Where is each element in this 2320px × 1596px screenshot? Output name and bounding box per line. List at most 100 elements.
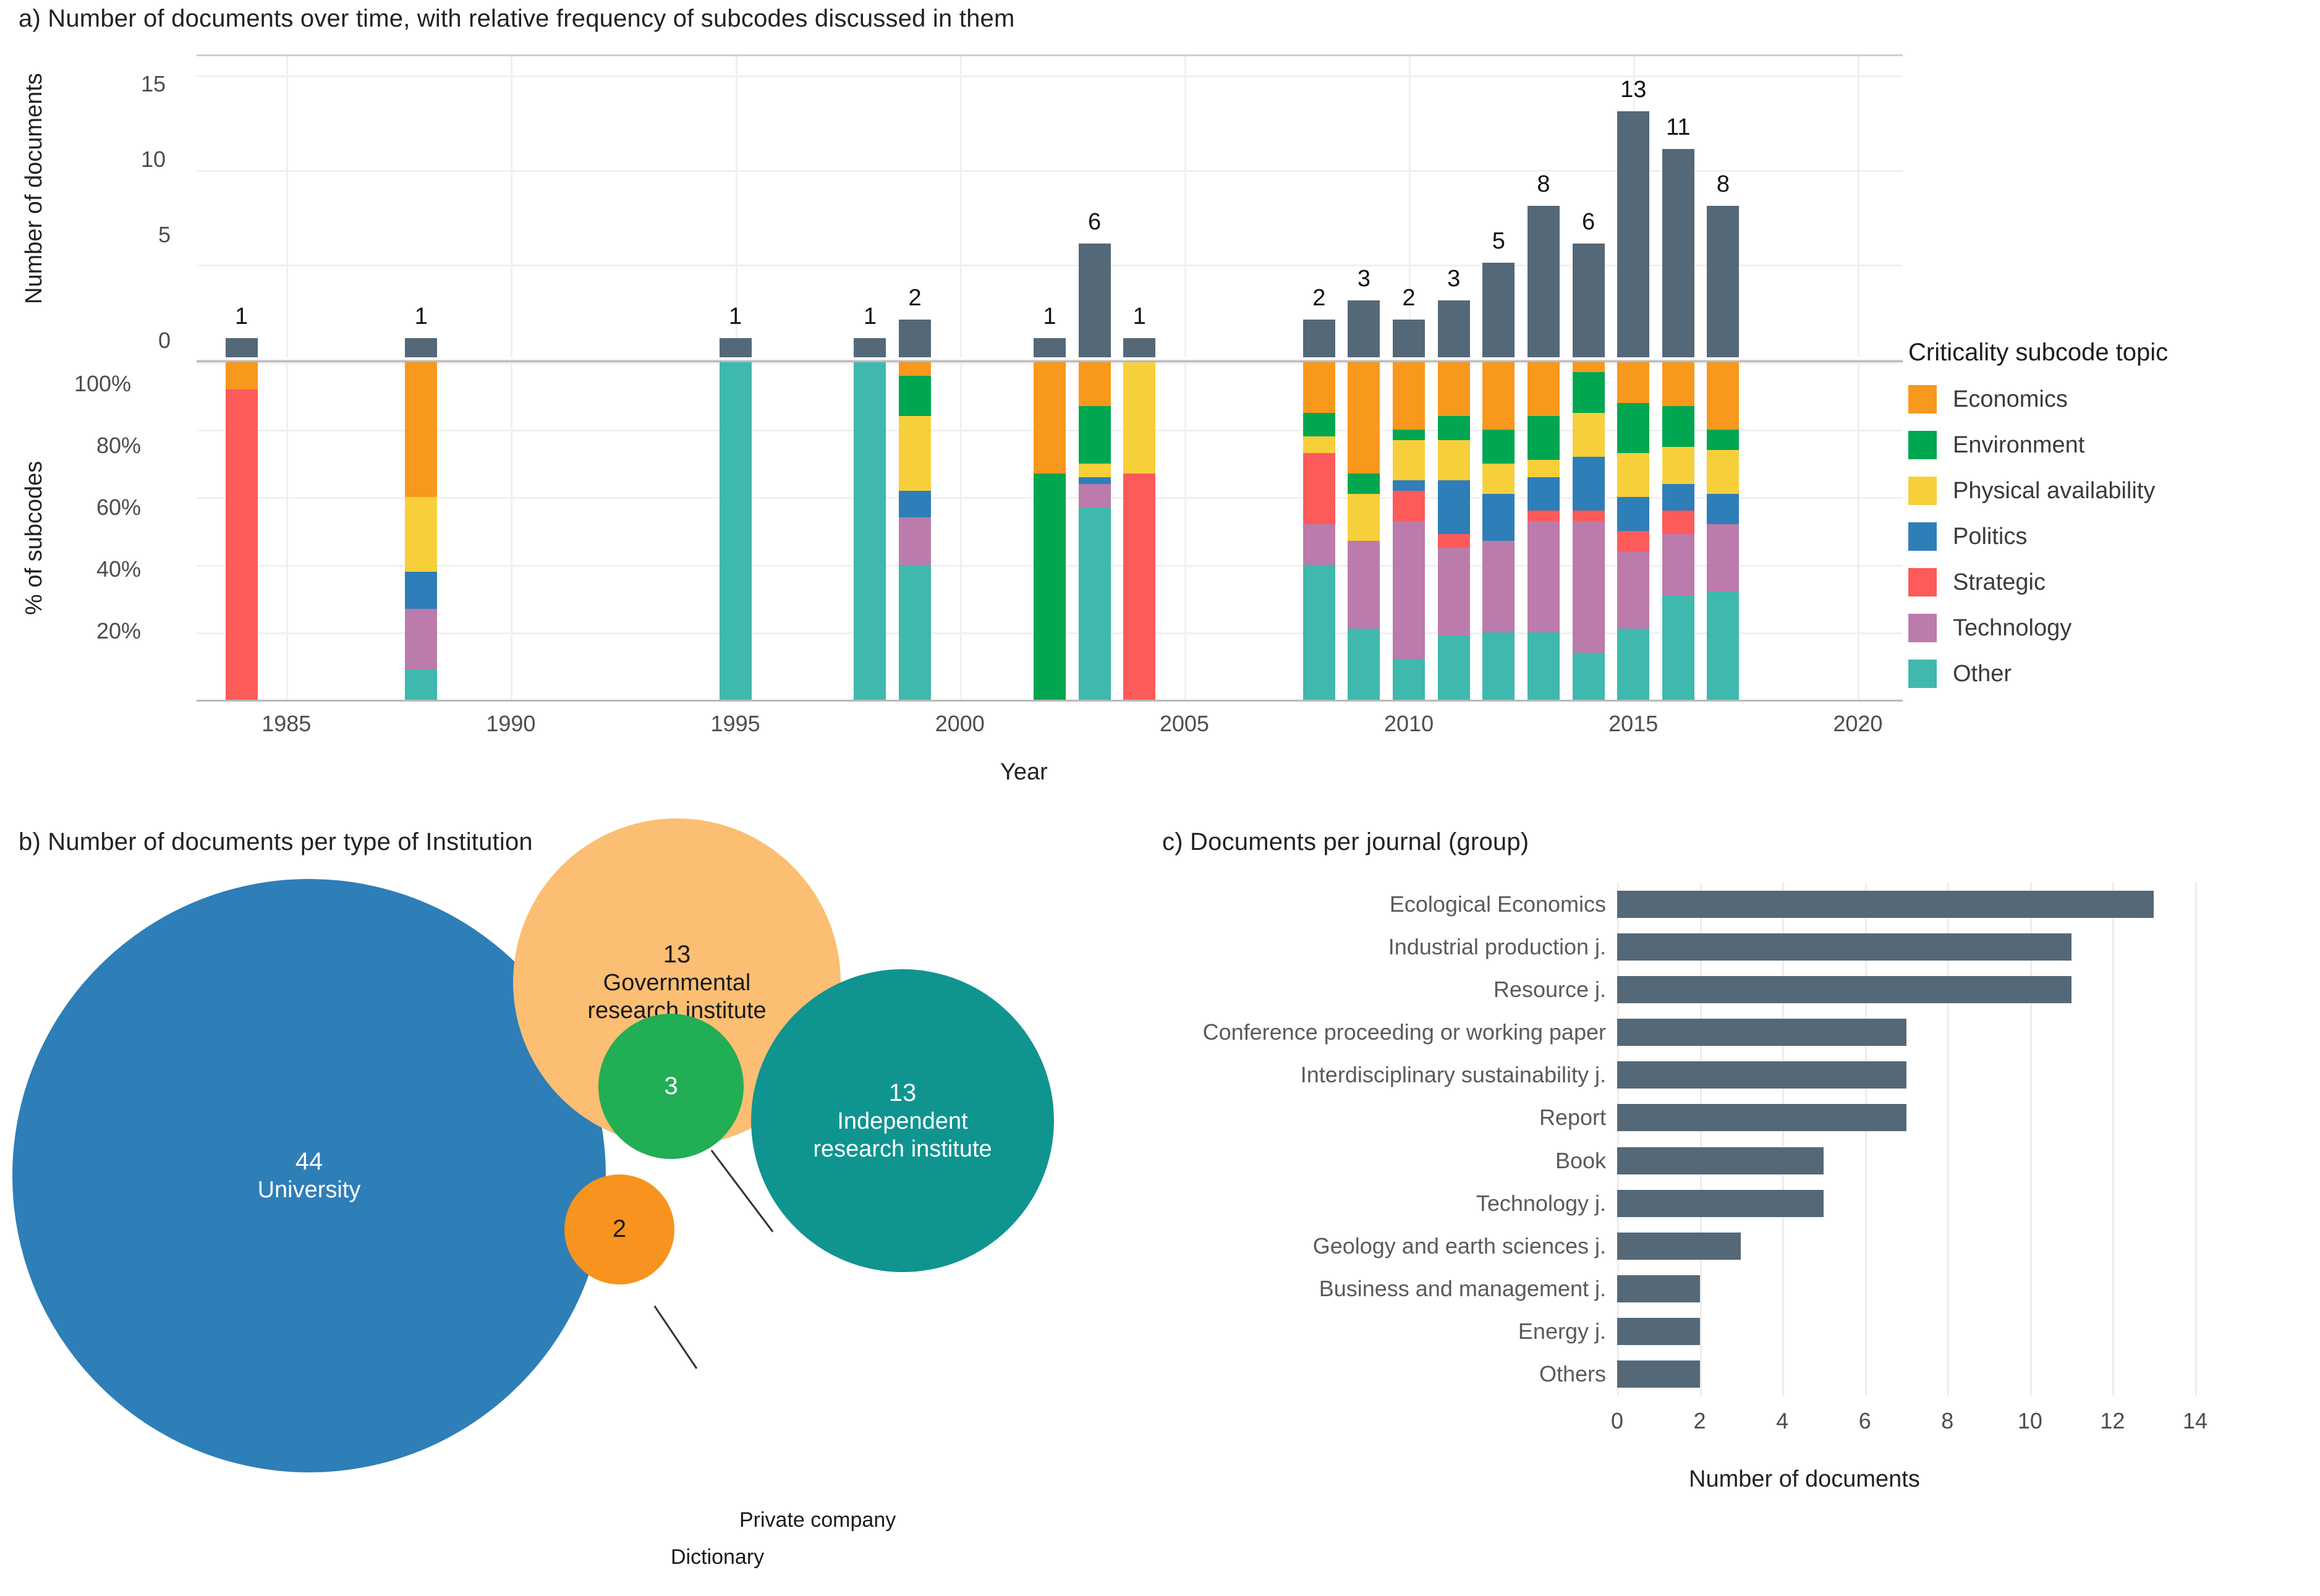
count-bar[interactable]	[1393, 319, 1426, 357]
subcode-stacked-bar[interactable]	[854, 362, 886, 700]
count-bar-value-label: 8	[1537, 171, 1550, 197]
legend-item-economics[interactable]: Economics	[1908, 376, 2168, 422]
subcode-stacked-bar[interactable]	[1437, 362, 1470, 700]
subcode-stacked-bar[interactable]	[1034, 362, 1066, 700]
legend-item-technology[interactable]: Technology	[1908, 605, 2168, 651]
subcode-stacked-bar[interactable]	[899, 362, 932, 700]
subcode-segment-technology	[899, 517, 932, 565]
subcode-stacked-bar[interactable]	[1662, 362, 1694, 700]
count-bar[interactable]	[1572, 244, 1605, 357]
subcode-stacked-bar[interactable]	[1302, 362, 1335, 700]
journal-bar-row[interactable]: Geology and earth sciences j.	[1313, 1225, 2195, 1267]
subcode-segment-environment	[1393, 430, 1426, 440]
count-bar[interactable]	[1348, 300, 1380, 357]
count-bar[interactable]	[225, 338, 258, 357]
subcode-segment-technology	[1437, 548, 1470, 636]
subcode-segment-politics	[1078, 477, 1111, 484]
x-tick-label: 1985	[261, 711, 312, 736]
legend-item-label: Physical availability	[1953, 477, 2156, 504]
journal-bar-row[interactable]: Report	[1539, 1097, 2195, 1139]
gridline-vertical	[1184, 362, 1186, 700]
bubble-private-company[interactable]: 3	[598, 1014, 744, 1159]
legend-item-other[interactable]: Other	[1908, 651, 2168, 697]
bubble-independent-research-institute[interactable]: 13 Independent research institute	[751, 969, 1054, 1272]
leader-line-dictionary	[653, 1305, 698, 1369]
subcode-segment-physical-availability	[1572, 412, 1605, 457]
legend-item-strategic[interactable]: Strategic	[1908, 559, 2168, 605]
legend-item-physical-availability[interactable]: Physical availability	[1908, 468, 2168, 514]
x-tick-label: 2005	[1159, 711, 1209, 736]
subcode-segment-physical-availability	[1617, 453, 1650, 498]
journal-bar-row[interactable]: Ecological Economics	[1390, 883, 2195, 925]
journal-bar-row[interactable]: Conference proceeding or working paper	[1203, 1011, 2195, 1054]
y-tick-bot-40: 40%	[96, 556, 142, 582]
count-bar[interactable]	[1034, 338, 1066, 357]
count-bar[interactable]	[405, 338, 438, 357]
subcode-stacked-bar[interactable]	[225, 362, 258, 700]
subcode-stacked-bar[interactable]	[1572, 362, 1605, 700]
subcode-segment-economics	[1572, 362, 1605, 373]
subcode-segment-economics	[1302, 362, 1335, 413]
subcode-stacked-bar[interactable]	[1078, 362, 1111, 700]
journal-bar-row[interactable]: Interdisciplinary sustainability j.	[1301, 1054, 2195, 1097]
subcode-segment-other	[1302, 564, 1335, 700]
journal-bar-row[interactable]: Energy j.	[1518, 1310, 2195, 1353]
subcode-stacked-bar[interactable]	[1482, 362, 1515, 700]
journal-category-label: Conference proceeding or working paper	[1202, 1019, 1606, 1045]
subcode-segment-economics	[1348, 362, 1380, 474]
count-bar[interactable]	[1482, 262, 1515, 357]
legend-swatch-icon	[1908, 568, 1937, 596]
count-bar-value-label: 8	[1716, 171, 1730, 197]
journal-bar-row[interactable]: Resource j.	[1494, 968, 2195, 1011]
x-tick-label: 2020	[1833, 711, 1883, 736]
subcode-segment-strategic	[1572, 511, 1605, 521]
journal-bar-row[interactable]: Industrial production j.	[1388, 925, 2195, 968]
subcode-segment-economics	[1437, 362, 1470, 417]
count-bar[interactable]	[1662, 149, 1694, 357]
bubble-gov-count: 13	[663, 940, 691, 968]
journal-bar	[1617, 1189, 1824, 1217]
count-bar[interactable]	[1123, 338, 1156, 357]
subcode-segment-politics	[1527, 477, 1560, 511]
subcode-stacked-bar[interactable]	[1707, 362, 1740, 700]
subcode-stacked-bar[interactable]	[1393, 362, 1426, 700]
journal-bar-row[interactable]: Business and management j.	[1319, 1268, 2195, 1310]
legend-swatch-icon	[1908, 431, 1937, 459]
count-bar[interactable]	[1617, 111, 1650, 357]
subcode-stacked-bar[interactable]	[405, 362, 438, 700]
subcode-segment-environment	[1348, 473, 1380, 494]
subcode-stacked-bar[interactable]	[1617, 362, 1650, 700]
count-bar[interactable]	[719, 338, 752, 357]
panel-b-documents-per-institution: b) Number of documents per type of Insti…	[0, 818, 1113, 1596]
bubble-dictionary[interactable]: 2	[564, 1174, 674, 1284]
journal-bar-row[interactable]: Others	[1539, 1353, 2195, 1396]
journal-bar-row[interactable]: Book	[1555, 1139, 2195, 1182]
count-bar[interactable]	[1078, 244, 1111, 357]
subcode-stacked-bar[interactable]	[1527, 362, 1560, 700]
subcode-segment-technology	[1707, 524, 1740, 592]
panel-a-bottom-y-axis-label: % of subcodes	[21, 461, 47, 615]
count-bar[interactable]	[1437, 300, 1470, 357]
count-bar[interactable]	[1302, 319, 1335, 357]
subcode-stacked-bar[interactable]	[1348, 362, 1380, 700]
legend-title: Criticality subcode topic	[1908, 339, 2169, 366]
legend-item-environment[interactable]: Environment	[1908, 422, 2168, 468]
count-bar[interactable]	[1707, 206, 1740, 357]
count-bar[interactable]	[854, 338, 886, 357]
x-tick-label: 1995	[710, 711, 760, 736]
subcode-segment-environment	[1707, 430, 1740, 450]
y-tick-top-10: 10	[141, 146, 166, 172]
y-tick-bot-60: 60%	[96, 495, 142, 520]
count-bar[interactable]	[899, 319, 932, 357]
subcode-segment-politics	[1393, 480, 1426, 491]
journal-bar-row[interactable]: Technology j.	[1476, 1182, 2195, 1225]
subcode-segment-politics	[1617, 497, 1650, 532]
subcode-stacked-bar[interactable]	[719, 362, 752, 700]
legend-item-label: Technology	[1953, 614, 2072, 641]
journal-bar	[1617, 1147, 1824, 1174]
subcode-stacked-bar[interactable]	[1123, 362, 1156, 700]
panel-c-x-tick-label: 14	[2182, 1408, 2208, 1433]
count-bar[interactable]	[1527, 206, 1560, 357]
gridline-vertical	[1858, 56, 1860, 357]
legend-item-politics[interactable]: Politics	[1908, 514, 2168, 559]
